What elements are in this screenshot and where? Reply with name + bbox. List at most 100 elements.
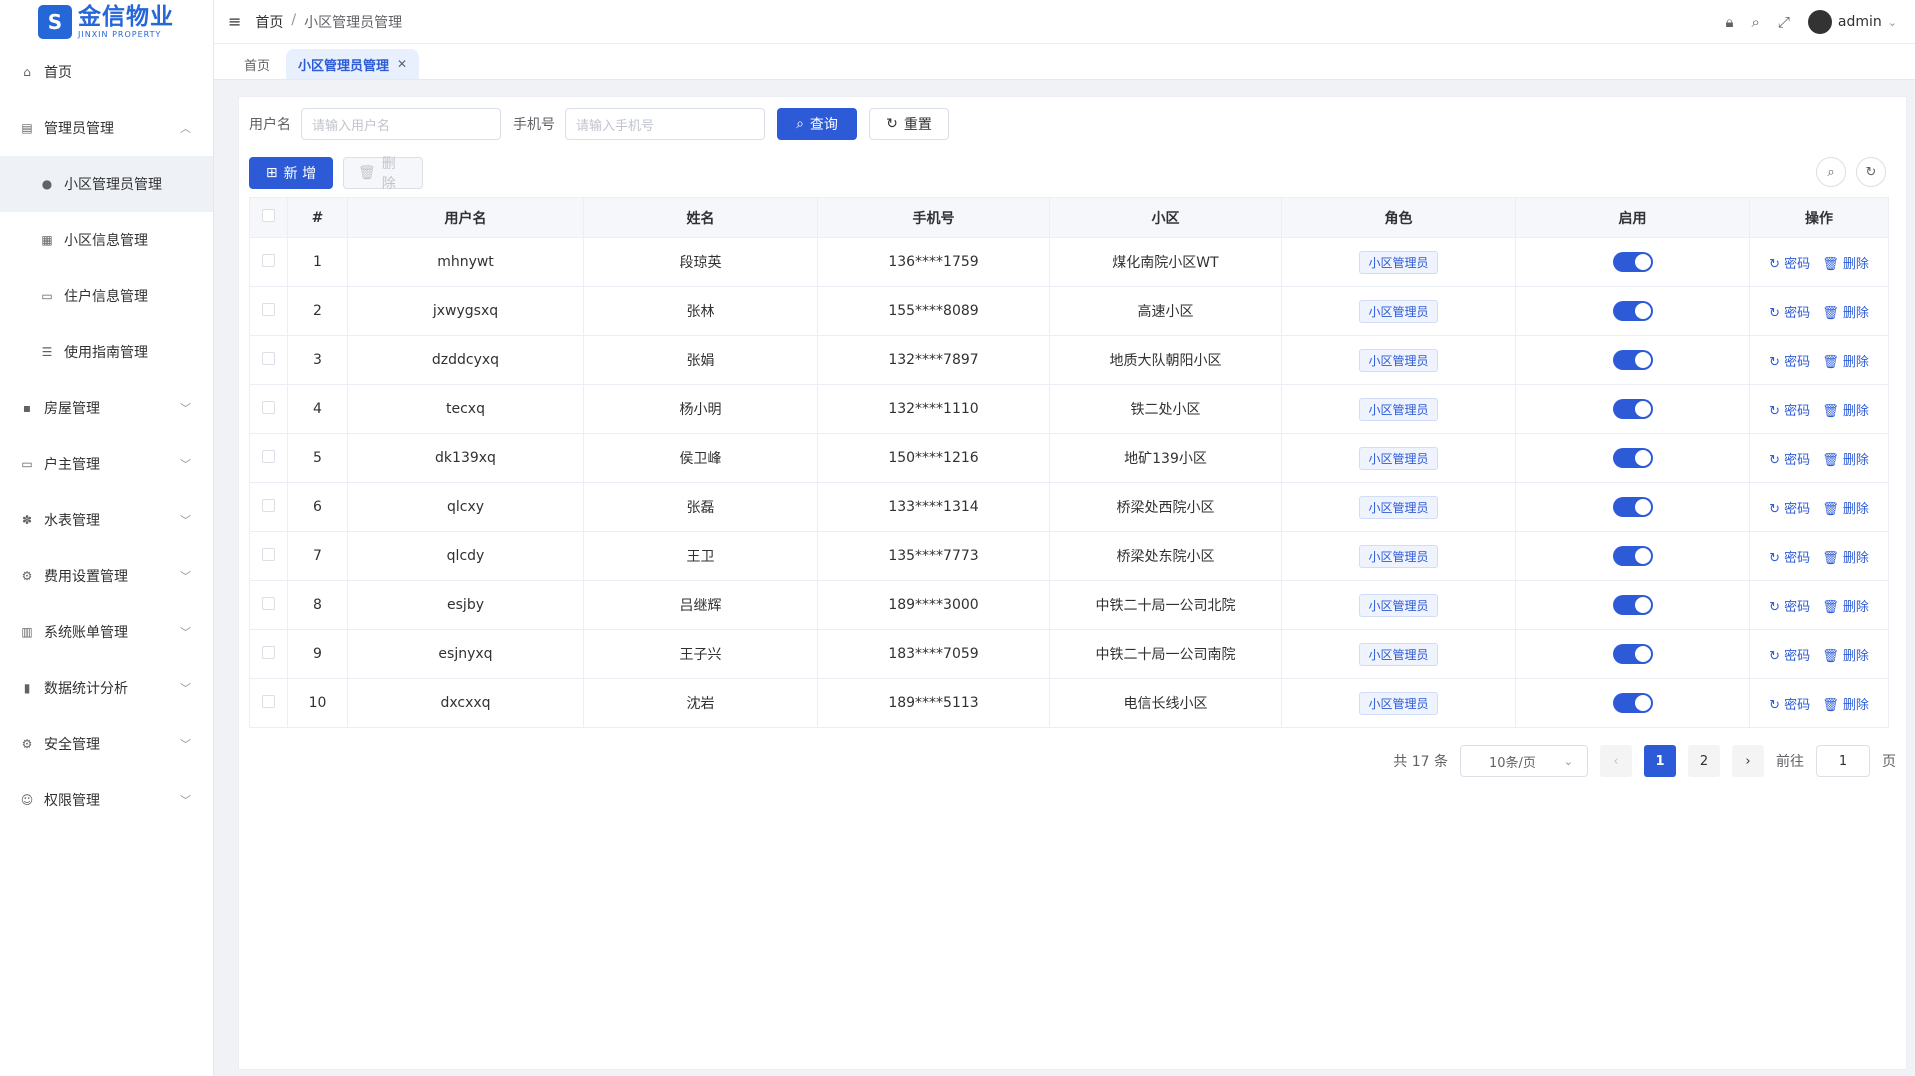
page-button-1[interactable]: 1 [1644, 745, 1676, 777]
search-button[interactable]: ⌕ 查询 [777, 108, 857, 140]
enable-switch[interactable] [1612, 546, 1653, 566]
tab-home[interactable]: 首页 [232, 49, 282, 79]
search-icon[interactable]: ⌕ [1751, 13, 1759, 31]
breadcrumb-separator: / [291, 11, 297, 28]
batch-delete-button[interactable]: 🗑︎ 删除 [343, 156, 423, 192]
row-checkbox[interactable] [262, 498, 275, 512]
enable-switch[interactable] [1612, 595, 1653, 615]
fan-icon: ✽ [21, 513, 33, 527]
enable-switch[interactable] [1612, 693, 1653, 713]
reset-password-button[interactable]: ↻ 密码 [1769, 453, 1810, 468]
page-size-select[interactable]: 10条/页 ⌄ [1460, 745, 1588, 777]
delete-button[interactable]: 🗑︎ 删除 [1822, 257, 1869, 272]
sidebar-item[interactable]: ▥ 系统账单管理 ﹀ [0, 604, 213, 660]
delete-button[interactable]: 🗑︎ 删除 [1822, 502, 1869, 517]
delete-button[interactable]: 🗑︎ 删除 [1822, 404, 1869, 419]
op-delete-label: 删除 [1842, 697, 1869, 713]
toggle-search-icon[interactable]: ⌕ [1816, 157, 1846, 187]
row-select[interactable] [249, 286, 288, 336]
sidebar-item[interactable]: ● 小区管理员管理 [0, 156, 213, 212]
reset-password-button[interactable]: ↻ 密码 [1769, 257, 1810, 272]
table-row: 2 jxwygsxq 张林 155****8089 高速小区 小区管理员 ↻ 密码 🗑︎ 删除 [249, 286, 1889, 336]
goto-page-input[interactable]: 1 [1816, 745, 1870, 777]
page-button-2[interactable]: 2 [1688, 745, 1720, 777]
row-select[interactable] [249, 678, 288, 728]
delete-button[interactable]: 🗑︎ 删除 [1822, 649, 1869, 664]
enable-switch[interactable] [1612, 399, 1653, 419]
row-checkbox[interactable] [262, 645, 275, 659]
user-menu[interactable]: admin ⌄ [1807, 10, 1897, 34]
row-checkbox[interactable] [262, 596, 275, 610]
row-select[interactable] [249, 580, 288, 630]
row-select[interactable] [249, 237, 288, 287]
row-select[interactable] [249, 433, 288, 483]
enable-switch[interactable] [1612, 644, 1653, 664]
row-checkbox[interactable] [262, 449, 275, 463]
delete-button[interactable]: 🗑︎ 删除 [1822, 551, 1869, 566]
tab-community-admin[interactable]: 小区管理员管理 ✕ [286, 49, 420, 79]
delete-button[interactable]: 🗑︎ 删除 [1822, 453, 1869, 468]
delete-button[interactable]: 🗑︎ 删除 [1822, 355, 1869, 370]
row-community: 桥梁处东院小区 [1049, 531, 1282, 581]
reset-password-button[interactable]: ↻ 密码 [1769, 600, 1810, 615]
reset-password-button[interactable]: ↻ 密码 [1769, 698, 1810, 713]
batch-delete-label: 删除 [381, 156, 396, 192]
row-checkbox[interactable] [262, 253, 275, 267]
sidebar-item[interactable]: ☺ 权限管理 ﹀ [0, 772, 213, 828]
sidebar-item[interactable]: ⚙ 费用设置管理 ﹀ [0, 548, 213, 604]
row-checkbox[interactable] [262, 302, 275, 316]
grid-icon: ▪ [22, 401, 32, 415]
row-checkbox[interactable] [262, 400, 275, 414]
prev-page-button[interactable]: ‹ [1600, 745, 1632, 777]
sidebar-item[interactable]: ⚙ 安全管理 ﹀ [0, 716, 213, 772]
row-username: esjby [347, 580, 584, 630]
row-select[interactable] [249, 531, 288, 581]
delete-button[interactable]: 🗑︎ 删除 [1822, 306, 1869, 321]
enable-switch[interactable] [1612, 497, 1653, 517]
row-checkbox[interactable] [262, 694, 275, 708]
enable-switch[interactable] [1612, 350, 1653, 370]
phone-input[interactable]: 请输入手机号 [565, 108, 765, 140]
app-logo[interactable]: S 金信物业 JINXIN PROPERTY [0, 0, 213, 44]
breadcrumb-home[interactable]: 首页 [255, 12, 283, 32]
row-community: 地质大队朝阳小区 [1049, 335, 1282, 385]
reset-password-button[interactable]: ↻ 密码 [1769, 649, 1810, 664]
reset-password-button[interactable]: ↻ 密码 [1769, 404, 1810, 419]
row-select[interactable] [249, 335, 288, 385]
select-all-checkbox[interactable] [262, 209, 275, 222]
menu-toggle-icon[interactable]: ≡ [228, 12, 241, 31]
close-icon[interactable]: ✕ [397, 57, 407, 71]
row-select[interactable] [249, 384, 288, 434]
row-checkbox[interactable] [262, 547, 275, 561]
username-input[interactable]: 请输入用户名 [301, 108, 501, 140]
reset-button[interactable]: ↻ 重置 [869, 108, 949, 140]
reset-password-button[interactable]: ↻ 密码 [1769, 551, 1810, 566]
reset-password-button[interactable]: ↻ 密码 [1769, 502, 1810, 517]
enable-switch[interactable] [1612, 448, 1653, 468]
row-select[interactable] [249, 629, 288, 679]
sidebar-item[interactable]: ▮ 数据统计分析 ﹀ [0, 660, 213, 716]
enable-switch[interactable] [1612, 252, 1653, 272]
sidebar-item[interactable]: ☰ 使用指南管理 [0, 324, 213, 380]
fullscreen-icon[interactable]: ⤢ [1778, 13, 1790, 31]
row-select[interactable] [249, 482, 288, 532]
enable-switch[interactable] [1612, 301, 1653, 321]
add-button[interactable]: ⊞ 新 增 [249, 157, 333, 189]
delete-button[interactable]: 🗑︎ 删除 [1822, 600, 1869, 615]
delete-button[interactable]: 🗑︎ 删除 [1822, 698, 1869, 713]
row-checkbox[interactable] [262, 351, 275, 365]
refresh-icon[interactable]: ↻ [1856, 157, 1886, 187]
next-page-button[interactable]: › [1732, 745, 1764, 777]
reset-password-button[interactable]: ↻ 密码 [1769, 355, 1810, 370]
sidebar-item[interactable]: ▦ 小区信息管理 [0, 212, 213, 268]
sidebar-item-label: 费用设置管理 [44, 569, 128, 585]
lock-icon[interactable]: 🔒︎ [1726, 13, 1734, 31]
sidebar-item[interactable]: ▭ 户主管理 ﹀ [0, 436, 213, 492]
sidebar-item[interactable]: ▤ 管理员管理 ︿ [0, 100, 213, 156]
sidebar-item[interactable]: ▪ 房屋管理 ﹀ [0, 380, 213, 436]
select-all-header[interactable] [249, 197, 288, 238]
sidebar-item[interactable]: ✽ 水表管理 ﹀ [0, 492, 213, 548]
sidebar-item[interactable]: ▭ 住户信息管理 [0, 268, 213, 324]
sidebar-item[interactable]: ⌂ 首页 [0, 44, 213, 100]
reset-password-button[interactable]: ↻ 密码 [1769, 306, 1810, 321]
